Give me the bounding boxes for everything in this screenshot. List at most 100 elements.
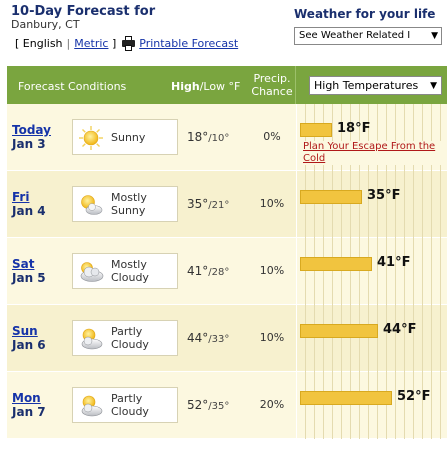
high-low-temp: 35°/21°: [187, 197, 230, 211]
day-name-link[interactable]: Mon: [12, 391, 46, 405]
bracket-close: ]: [108, 37, 117, 50]
day-date: Jan 7: [12, 405, 46, 419]
condition-text: Partly Cloudy: [111, 321, 149, 355]
condition-box: Mostly Cloudy: [72, 253, 178, 289]
day-cell: Sun Jan 6: [12, 324, 46, 352]
bracket-open: [: [15, 37, 23, 50]
high-low-temp: 18°/10°: [187, 130, 230, 144]
high-temp-bar-label: 44°F: [383, 322, 417, 337]
printer-icon[interactable]: [122, 36, 136, 51]
condition-line2: Cloudy: [111, 338, 149, 351]
high-temp-bar-label: 52°F: [397, 389, 431, 404]
high-temp-bar-label: 18°F: [337, 121, 371, 136]
high-low-temp: 52°/35°: [187, 398, 230, 412]
forecast-row: Mon Jan 7 Partly Cloudy 52°/35° 20% 52°F: [7, 372, 447, 439]
high-low-temp: 44°/33°: [187, 331, 230, 345]
col-precip-line1: Precip.: [253, 72, 291, 85]
condition-line1: Sunny: [111, 130, 146, 144]
condition-box: Partly Cloudy: [72, 320, 178, 356]
partly-cloudy-icon: [78, 393, 104, 419]
high-temp-bar: [300, 190, 362, 204]
condition-line2: Cloudy: [111, 405, 149, 418]
day-name-link[interactable]: Sun: [12, 324, 46, 338]
weather-for-life-heading: Weather for your life: [294, 7, 436, 21]
condition-text: Mostly Cloudy: [111, 254, 149, 288]
day-date: Jan 5: [12, 271, 46, 285]
condition-text: Mostly Sunny: [111, 187, 147, 221]
unit-english: English: [22, 37, 63, 50]
forecast-row: Fri Jan 4 Mostly Sunny 35°/21° 10% 35°F: [7, 171, 447, 238]
escape-cold-promo-link[interactable]: Plan Your Escape From the Cold: [303, 141, 443, 165]
high-temp: 52°: [187, 398, 209, 412]
high-temp-bar: [300, 123, 332, 137]
day-date: Jan 6: [12, 338, 46, 352]
condition-line2: Sunny: [111, 204, 146, 217]
forecast-row: Sat Jan 5 Mostly Cloudy 41°/28° 10% 41°F: [7, 238, 447, 305]
high-temp: 35°: [187, 197, 209, 211]
day-name-link[interactable]: Fri: [12, 190, 46, 204]
condition-box: Mostly Sunny: [72, 186, 178, 222]
col-precip-line2: Chance: [251, 85, 293, 98]
chevron-down-icon: ▼: [430, 81, 437, 91]
high-temp-bar: [300, 391, 392, 405]
high-temp-bar-label: 35°F: [367, 188, 401, 203]
condition-text: Partly Cloudy: [111, 388, 149, 422]
col-low-unit-label: /Low °F: [199, 80, 241, 93]
condition-line2: Cloudy: [111, 271, 149, 284]
location-label: Danbury, CT: [11, 18, 80, 31]
low-temp: 33°: [211, 334, 230, 345]
low-temp: 10°: [211, 133, 230, 144]
condition-box: Sunny: [72, 119, 178, 155]
forecast-title: 10-Day Forecast for: [11, 4, 156, 19]
weather-related-select[interactable]: See Weather Related I ▼: [294, 27, 442, 45]
day-cell: Sat Jan 5: [12, 257, 46, 285]
sunny-icon: [78, 125, 104, 151]
header-divider: [295, 66, 296, 104]
mostly-sunny-icon: [78, 192, 104, 218]
condition-box: Partly Cloudy: [72, 387, 178, 423]
precip-chance: 0%: [263, 130, 281, 143]
mostly-cloudy-icon: [78, 259, 104, 285]
day-date: Jan 3: [12, 137, 46, 151]
temp-chart-cell: 18°F Plan Your Escape From the Cold: [296, 104, 447, 171]
low-temp: 35°: [211, 401, 230, 412]
temp-chart-cell: 41°F: [296, 238, 447, 305]
forecast-table-header: Forecast Conditions High/Low °F Precip. C…: [7, 66, 447, 104]
condition-line1: Partly: [111, 325, 143, 338]
col-conditions-header: Forecast Conditions: [18, 80, 127, 93]
chart-metric-select[interactable]: High Temperatures ▼: [309, 76, 442, 95]
divider: |: [66, 37, 71, 50]
high-temp-bar-label: 41°F: [377, 255, 411, 270]
col-high-label: High: [171, 80, 200, 93]
printable-forecast-link[interactable]: Printable Forecast: [139, 37, 238, 50]
forecast-row: Sun Jan 6 Partly Cloudy 44°/33° 10% 44°F: [7, 305, 447, 372]
col-high-low-header: High/Low °F: [171, 80, 240, 93]
forecast-row: Today Jan 3 Sunny 18°/10° 0% 18°F Plan Y…: [7, 104, 447, 171]
day-cell: Fri Jan 4: [12, 190, 46, 218]
unit-metric-link[interactable]: Metric: [74, 37, 108, 50]
condition-line1: Mostly: [111, 258, 147, 271]
chart-metric-select-value: High Temperatures: [314, 79, 419, 92]
weather-related-select-value: See Weather Related I: [299, 30, 411, 41]
day-cell: Mon Jan 7: [12, 391, 46, 419]
high-temp-bar: [300, 324, 378, 338]
units-bar: [ English | Metric ] Printable Forecast: [15, 36, 238, 51]
condition-text: Sunny: [111, 120, 145, 154]
precip-chance: 20%: [259, 398, 285, 411]
day-date: Jan 4: [12, 204, 46, 218]
precip-chance: 10%: [259, 331, 285, 344]
low-temp: 21°: [211, 200, 230, 211]
day-name-link[interactable]: Today: [12, 123, 51, 137]
high-temp: 18°: [187, 130, 209, 144]
high-low-temp: 41°/28°: [187, 264, 230, 278]
precip-chance: 10%: [259, 264, 285, 277]
high-temp-bar: [300, 257, 372, 271]
partly-cloudy-icon: [78, 326, 104, 352]
col-precip-header: Precip. Chance: [247, 72, 297, 98]
condition-line1: Partly: [111, 392, 143, 405]
chevron-down-icon: ▼: [431, 31, 438, 41]
temp-chart-cell: 52°F: [296, 372, 447, 439]
low-temp: 28°: [211, 267, 230, 278]
day-name-link[interactable]: Sat: [12, 257, 46, 271]
high-temp: 44°: [187, 331, 209, 345]
